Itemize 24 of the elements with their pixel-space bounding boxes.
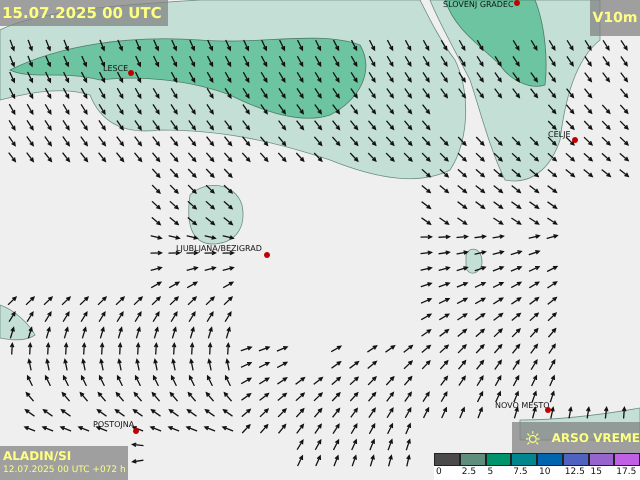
variable-label: V10m [590,0,640,36]
legend-label: 17.5 [615,466,638,478]
run-time-label: 12.07.2025 00 UTC +072 h [3,464,126,476]
city-label: CELJE [548,130,571,139]
city-dot-icon [264,252,270,258]
model-name: ALADIN/SI [3,448,72,464]
sun-icon [524,430,542,446]
city-dot-icon [545,407,551,413]
city-label: POSTOJNA [93,420,134,429]
brand-name: ARSO VREME [552,431,640,445]
legend-label: 7.5 [512,466,529,478]
city-label: NOVO MESTO [495,401,550,410]
city-label: SLOVENJ GRADEC [443,0,514,9]
legend-label: 12.5 [564,466,586,478]
legend-label: 0 [435,466,443,478]
city-label: LESCE [103,64,128,73]
legend-label: 15 [590,466,603,478]
valid-time-label: 15.07.2025 00 UTC [0,0,168,26]
city-dot-icon [133,428,139,434]
city-label: LJUBLJANA/BEZIGRAD [176,244,262,253]
legend-label: 2.5 [460,466,478,478]
legend-label: 10 [538,466,552,478]
city-dot-icon [572,137,578,143]
legend-label: 5 [486,466,494,478]
